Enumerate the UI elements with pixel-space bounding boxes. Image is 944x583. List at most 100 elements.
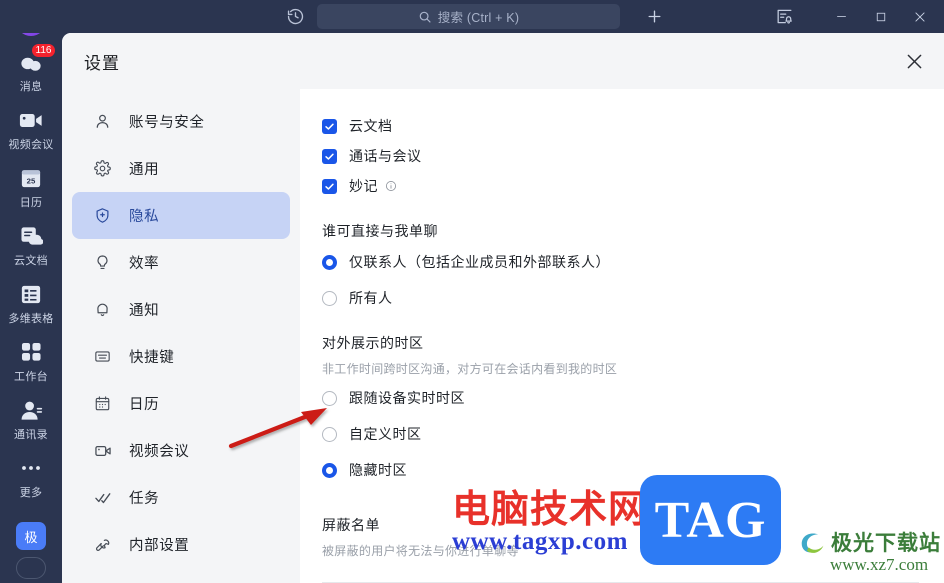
history-clock-icon[interactable] <box>278 3 312 31</box>
rail-label-contacts: 通讯录 <box>14 429 48 441</box>
sidebar-item-privacy[interactable]: 隐私 <box>72 192 290 239</box>
radio-label: 所有人 <box>349 290 393 306</box>
radio-row-everyone[interactable]: 所有人 <box>322 283 944 313</box>
radio-row-hide-timezone[interactable]: 隐藏时区 <box>322 455 944 485</box>
sidebar-item-label: 隐私 <box>129 209 160 225</box>
wrench-icon <box>93 536 112 553</box>
rail-label-messages: 消息 <box>19 81 43 93</box>
checkbox-checked-icon[interactable] <box>322 118 337 134</box>
rail-bottom-pill[interactable] <box>16 557 46 579</box>
person-icon <box>93 113 112 130</box>
rail-item-messages[interactable]: 116 消息 <box>0 43 62 94</box>
settings-dialog: 设置 账号与安全 通用 隐私 效率 通知 快捷键 日历 视频会议 任务 内部设置… <box>62 33 944 583</box>
rail-item-calendar[interactable]: 25 日历 <box>0 166 62 210</box>
settings-header: 设置 <box>62 33 944 89</box>
shield-plus-icon <box>93 207 112 224</box>
rail-item-bitable[interactable]: 多维表格 <box>0 282 62 326</box>
rail-item-more[interactable]: 更多 <box>0 456 62 500</box>
rail-label-video-meeting: 视频会议 <box>8 139 54 151</box>
settings-nav: 账号与安全 通用 隐私 效率 通知 快捷键 日历 视频会议 任务 内部设置 <box>62 89 300 583</box>
radio-selected-icon[interactable] <box>322 254 337 270</box>
sidebar-item-calendar[interactable]: 日历 <box>72 380 290 427</box>
add-button[interactable] <box>636 2 672 32</box>
timezone-section-desc: 非工作时间跨时区沟通，对方可在会话内看到我的时区 <box>322 362 618 376</box>
radio-label: 自定义时区 <box>349 426 422 442</box>
lightbulb-icon <box>93 254 112 271</box>
close-icon[interactable] <box>898 45 930 77</box>
search-input[interactable]: 搜索 (Ctrl + K) <box>317 4 620 29</box>
message-badge: 116 <box>30 43 57 58</box>
checkbox-row-cloud-doc[interactable]: 云文档 <box>322 111 944 141</box>
checkbox-row-calls-meetings[interactable]: 通话与会议 <box>322 141 944 171</box>
sidebar-item-video-meeting[interactable]: 视频会议 <box>72 427 290 474</box>
sidebar-item-label: 日历 <box>129 397 160 413</box>
rail-bottom-chip[interactable]: 极 <box>16 522 46 550</box>
rail-item-contacts[interactable]: 通讯录 <box>0 398 62 442</box>
radio-label: 隐藏时区 <box>349 462 407 478</box>
notification-board-icon[interactable] <box>767 2 801 32</box>
rail-label-bitable: 多维表格 <box>8 313 54 325</box>
bell-icon <box>93 301 112 318</box>
sidebar-item-label: 视频会议 <box>129 444 190 460</box>
radio-unselected-icon[interactable] <box>322 426 337 442</box>
app-window: 搜索 (Ctrl + K) 116 消息 视频会议 25 日历 云文档 多维表格… <box>0 0 944 583</box>
bitable-grid-icon <box>20 282 42 306</box>
titlebar-left-spacer <box>0 16 278 17</box>
chat-section-title: 谁可直接与我单聊 <box>322 223 438 239</box>
sidebar-item-label: 快捷键 <box>129 350 175 366</box>
search-placeholder-text: 搜索 (Ctrl + K) <box>437 11 520 25</box>
rail-label-cloud-doc: 云文档 <box>14 255 48 267</box>
checkbox-checked-icon[interactable] <box>322 148 337 164</box>
radio-selected-icon[interactable] <box>322 462 337 478</box>
sidebar-item-account-security[interactable]: 账号与安全 <box>72 98 290 145</box>
gear-icon <box>93 160 112 177</box>
timezone-section-title: 对外展示的时区 <box>322 335 424 351</box>
contacts-person-icon <box>20 398 43 422</box>
radio-label: 仅联系人（包括企业成员和外部联系人） <box>349 254 610 270</box>
radio-unselected-icon[interactable] <box>322 390 337 406</box>
checkbox-row-miaoji[interactable]: 妙记 <box>322 171 944 201</box>
keyboard-icon <box>93 348 112 365</box>
sidebar-item-label: 账号与安全 <box>129 115 205 131</box>
settings-content: 云文档 通话与会议 妙记 谁可直接与我单聊 仅联系人（包括企业成员和外部联系人）… <box>300 89 944 583</box>
radio-row-follow-device-timezone[interactable]: 跟随设备实时时区 <box>322 383 944 413</box>
search-icon <box>418 10 432 24</box>
sidebar-item-notifications[interactable]: 通知 <box>72 286 290 333</box>
sidebar-item-general[interactable]: 通用 <box>72 145 290 192</box>
cloud-doc-icon <box>20 224 43 248</box>
minimize-button[interactable] <box>821 1 861 32</box>
rail-label-more: 更多 <box>19 487 43 499</box>
checkbox-label: 云文档 <box>349 118 393 134</box>
sidebar-item-tasks[interactable]: 任务 <box>72 474 290 521</box>
radio-unselected-icon[interactable] <box>322 290 337 306</box>
rail-bottom-section: 极 <box>16 522 46 579</box>
sidebar-item-label: 效率 <box>129 256 160 272</box>
sidebar-item-shortcuts[interactable]: 快捷键 <box>72 333 290 380</box>
rail-item-workspace[interactable]: 工作台 <box>0 340 62 384</box>
maximize-button[interactable] <box>861 1 901 32</box>
page-title: 设置 <box>84 53 120 73</box>
info-icon[interactable] <box>385 180 397 192</box>
close-window-button[interactable] <box>901 1 939 32</box>
checkbox-checked-icon[interactable] <box>322 178 337 194</box>
sidebar-item-label: 内部设置 <box>129 538 190 554</box>
checkbox-label: 通话与会议 <box>349 148 422 164</box>
sidebar-item-internal-settings[interactable]: 内部设置 <box>72 521 290 568</box>
radio-label: 跟随设备实时时区 <box>349 390 465 406</box>
apps-grid-icon <box>21 340 42 364</box>
checkbox-label: 妙记 <box>349 178 378 194</box>
rail-item-cloud-doc[interactable]: 云文档 <box>0 224 62 268</box>
settings-body: 账号与安全 通用 隐私 效率 通知 快捷键 日历 视频会议 任务 内部设置 云文… <box>62 89 944 583</box>
rail-label-calendar: 日历 <box>19 197 43 209</box>
radio-row-contacts-only[interactable]: 仅联系人（包括企业成员和外部联系人） <box>322 247 944 277</box>
sidebar-item-efficiency[interactable]: 效率 <box>72 239 290 286</box>
sidebar-item-label: 任务 <box>129 491 160 507</box>
rail-label-workspace: 工作台 <box>14 371 48 383</box>
rail-item-video-meeting[interactable]: 视频会议 <box>0 108 62 152</box>
block-section-title: 屏蔽名单 <box>322 517 380 533</box>
radio-row-custom-timezone[interactable]: 自定义时区 <box>322 419 944 449</box>
window-controls <box>821 1 939 32</box>
svg-text:25: 25 <box>27 176 36 185</box>
calendar-icon <box>93 395 112 412</box>
